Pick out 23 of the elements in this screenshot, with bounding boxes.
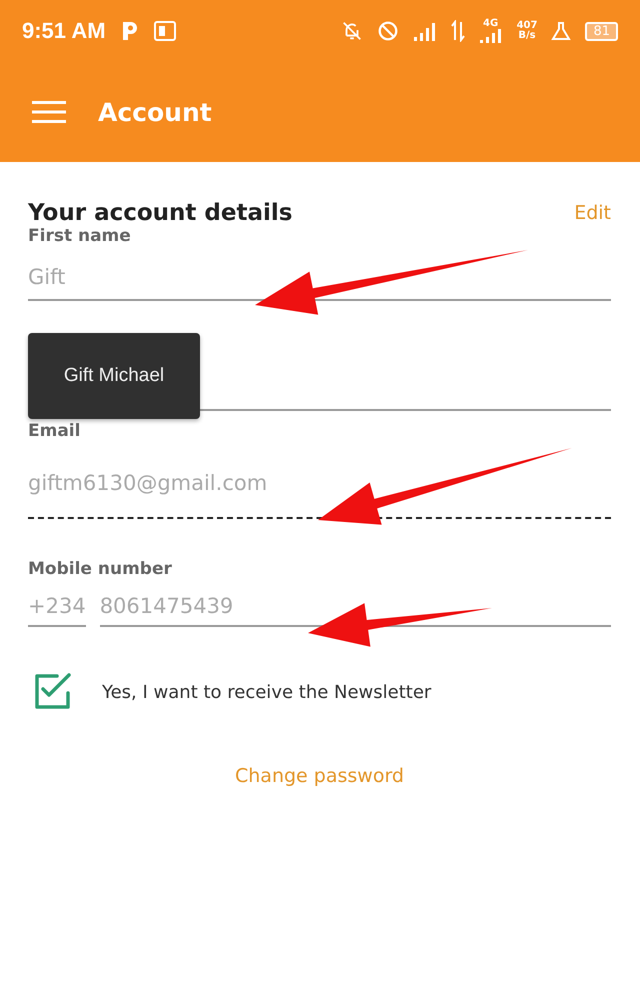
block-icon (376, 20, 399, 42)
signal-icon (478, 29, 503, 43)
field-label: Mobile number (28, 559, 173, 579)
clock: 9:51 AM (22, 18, 106, 44)
field-label: Email (28, 421, 82, 441)
country-code-field[interactable]: +234 (28, 587, 86, 627)
menu-icon[interactable] (32, 101, 66, 123)
field-label: First name (28, 226, 132, 246)
signal-icon (412, 21, 437, 41)
tooltip: Gift Michael (28, 333, 200, 419)
app-icon (154, 20, 176, 42)
battery-level: 81 (585, 22, 618, 40)
network-type: 4G (482, 19, 498, 29)
speed-value: 407 (516, 21, 538, 31)
edit-link[interactable]: Edit (574, 202, 611, 224)
speed-unit: B/s (518, 31, 536, 41)
flask-icon (551, 21, 572, 41)
data-transfer-icon (450, 20, 465, 42)
change-password-link[interactable]: Change password (28, 765, 611, 787)
screen-title: Account (98, 98, 212, 126)
newsletter-label: Yes, I want to receive the Newsletter (102, 682, 432, 702)
section-title: Your account details (28, 200, 292, 226)
bell-off-icon (340, 20, 363, 42)
